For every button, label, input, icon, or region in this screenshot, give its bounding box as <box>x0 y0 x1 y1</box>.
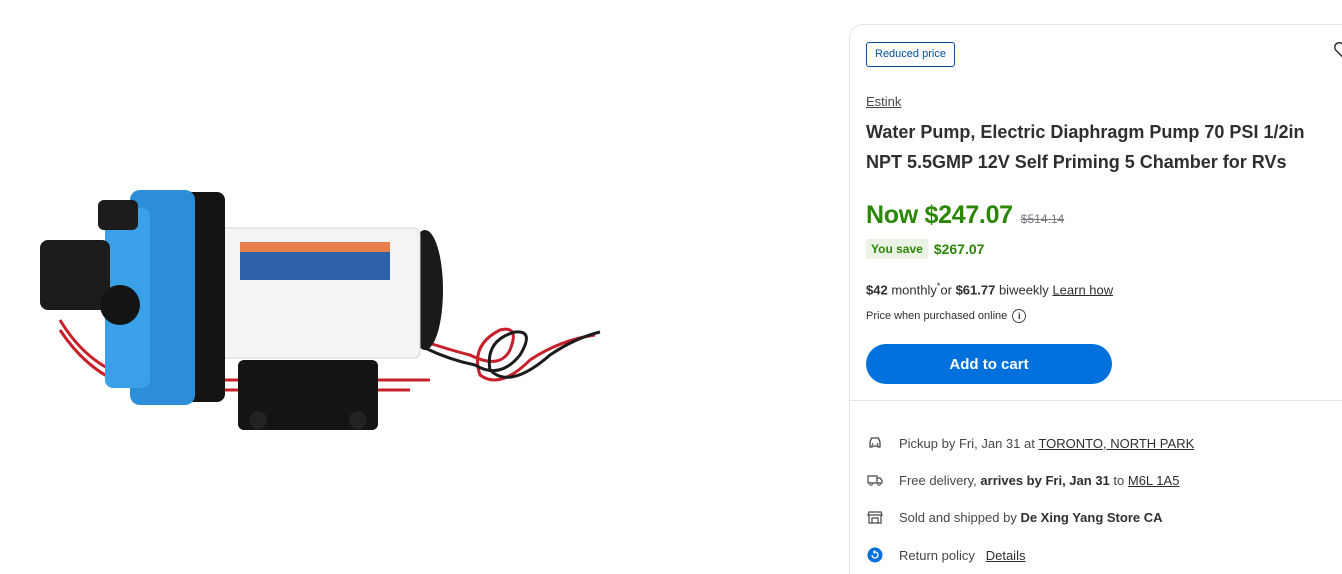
truck-icon <box>866 471 884 489</box>
product-image-area <box>0 0 848 574</box>
buy-box-panel: Reduced price Estink Water Pump, Electri… <box>849 24 1342 574</box>
monthly-amount: $42 <box>866 282 888 298</box>
reduced-price-badge: Reduced price <box>866 42 955 67</box>
return-row: Return policy Details <box>866 546 1025 564</box>
was-price: $514.14 <box>1020 212 1065 226</box>
pickup-label: Pickup by Fri, Jan 31 at <box>899 435 1035 451</box>
return-label: Return policy <box>899 547 975 563</box>
online-price-label: Price when purchased online <box>866 310 1008 322</box>
current-price: Now $247.07 <box>866 201 1013 229</box>
financing-text: $42 monthly*or $61.77 biweekly Learn how <box>866 281 1113 297</box>
postal-code-link[interactable]: M6L 1A5 <box>1128 473 1180 488</box>
delivery-to: to <box>1113 472 1125 488</box>
store-icon <box>866 508 884 526</box>
delivery-arrives: arrives by Fri, Jan 31 <box>980 472 1110 488</box>
delivery-row: Free delivery, arrives by Fri, Jan 31 to… <box>866 471 1179 489</box>
divider <box>850 400 1342 401</box>
brand-link[interactable]: Estink <box>866 94 901 109</box>
product-title: Water Pump, Electric Diaphragm Pump 70 P… <box>866 122 1305 172</box>
you-save-amount: $267.07 <box>933 241 985 257</box>
return-details-link[interactable]: Details <box>986 548 1026 563</box>
savings-row: You save $267.07 <box>866 239 984 259</box>
pickup-store-link[interactable]: TORONTO, NORTH PARK <box>1038 436 1194 451</box>
biweekly-label: biweekly <box>998 282 1049 298</box>
seller-name: De Xing Yang Store CA <box>1020 509 1163 525</box>
price-row: Now $247.07 $514.14 <box>866 201 1064 230</box>
sold-label: Sold and shipped by <box>899 509 1017 525</box>
car-icon <box>866 434 884 452</box>
delivery-label: Free delivery, <box>899 472 977 488</box>
return-icon <box>866 546 884 564</box>
pickup-row: Pickup by Fri, Jan 31 at TORONTO, NORTH … <box>866 434 1194 452</box>
add-to-cart-button[interactable]: Add to cart <box>866 344 1112 384</box>
info-icon[interactable]: i <box>1012 309 1027 323</box>
seller-row: Sold and shipped by De Xing Yang Store C… <box>866 508 1163 526</box>
monthly-label: monthly <box>891 282 937 298</box>
or-label: or <box>940 282 952 298</box>
biweekly-amount: $61.77 <box>955 282 996 298</box>
product-photo <box>40 190 601 430</box>
learn-how-link[interactable]: Learn how <box>1052 282 1113 297</box>
online-price-note: Price when purchased online i <box>866 309 1027 323</box>
you-save-label: You save <box>866 239 928 259</box>
heart-icon[interactable] <box>1332 39 1342 61</box>
